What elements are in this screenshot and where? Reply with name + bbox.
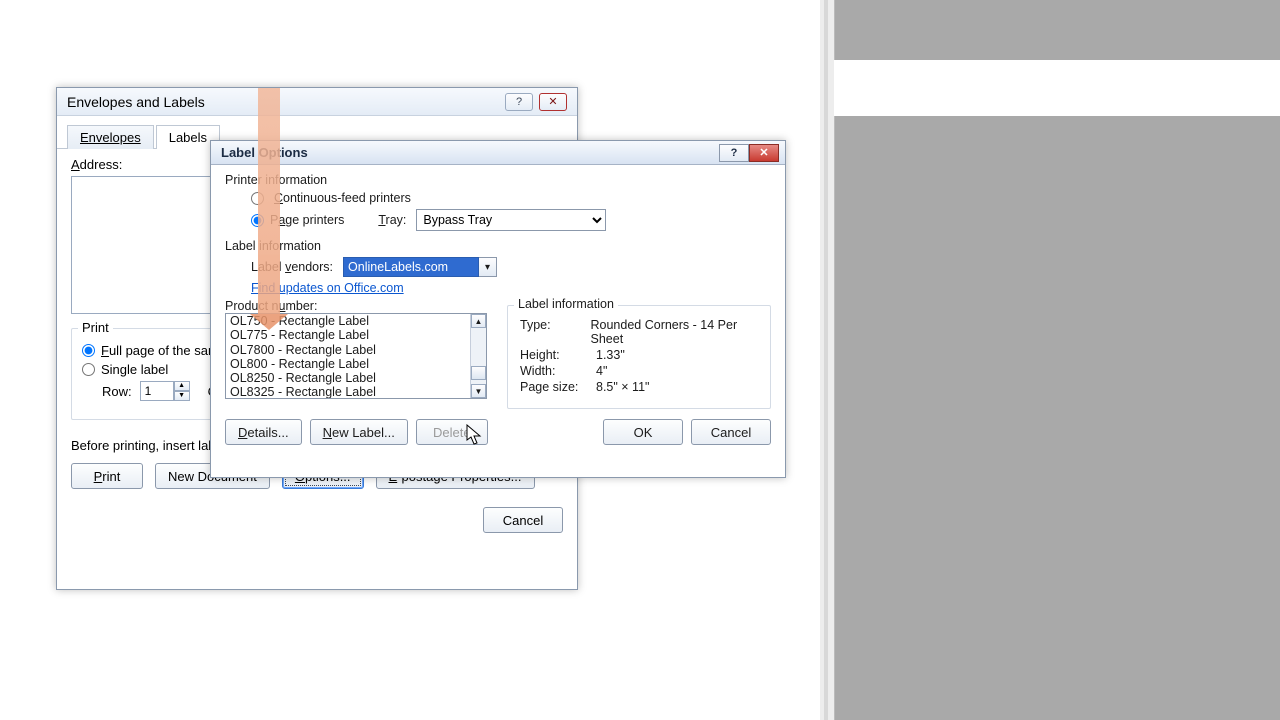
list-item[interactable]: OL7800 - Rectangle Label bbox=[226, 343, 470, 357]
print-button[interactable]: Print bbox=[71, 463, 143, 489]
dialog-titlebar: Envelopes and Labels ? ✕ bbox=[57, 88, 577, 116]
cursor-icon bbox=[466, 424, 484, 446]
close-button[interactable]: ✕ bbox=[749, 144, 779, 162]
new-label-button[interactable]: New Label... bbox=[310, 419, 408, 445]
label-info-group: Label information Type:Rounded Corners -… bbox=[507, 305, 771, 409]
row-down[interactable]: ▼ bbox=[174, 391, 190, 401]
scroll-up-icon[interactable]: ▲ bbox=[471, 314, 486, 328]
list-item[interactable]: OL800 - Rectangle Label bbox=[226, 357, 470, 371]
help-button[interactable]: ? bbox=[719, 144, 749, 162]
close-button[interactable]: ✕ bbox=[539, 93, 567, 111]
annotation-arrow bbox=[258, 88, 280, 316]
scrollbar[interactable]: ▲ ▼ bbox=[470, 314, 486, 398]
list-item[interactable]: OL8250 - Rectangle Label bbox=[226, 371, 470, 385]
row-label: Row: bbox=[102, 384, 132, 399]
label-options-dialog: Label Options ? ✕ Printer information Co… bbox=[210, 140, 786, 478]
chevron-down-icon[interactable]: ▾ bbox=[479, 257, 497, 277]
background-side-panel bbox=[820, 0, 1280, 720]
tray-label: Tray: bbox=[378, 213, 406, 227]
cancel-button[interactable]: Cancel bbox=[691, 419, 771, 445]
printer-info-label: Printer information bbox=[225, 173, 771, 187]
options-titlebar: Label Options ? ✕ bbox=[211, 141, 785, 165]
dialog-title: Envelopes and Labels bbox=[67, 88, 205, 116]
row-up[interactable]: ▲ bbox=[174, 381, 190, 391]
scroll-down-icon[interactable]: ▼ bbox=[471, 384, 486, 398]
row-spinner[interactable]: ▲▼ bbox=[140, 381, 190, 401]
cancel-button[interactable]: Cancel bbox=[483, 507, 563, 533]
details-button[interactable]: Details... bbox=[225, 419, 302, 445]
label-info-header: Label information bbox=[225, 239, 771, 253]
vendor-select[interactable]: OnlineLabels.com ▾ bbox=[343, 257, 497, 277]
tray-select[interactable]: Bypass Tray bbox=[416, 209, 606, 231]
print-legend: Print bbox=[78, 320, 113, 335]
bg-white-strip bbox=[834, 60, 1280, 116]
help-button[interactable]: ? bbox=[505, 93, 533, 111]
list-item[interactable]: OL8325 - Rectangle Label bbox=[226, 385, 470, 398]
radio-continuous-feed[interactable]: Continuous-feed printers bbox=[225, 191, 771, 205]
list-item[interactable]: OL775 - Rectangle Label bbox=[226, 328, 470, 342]
ok-button[interactable]: OK bbox=[603, 419, 683, 445]
label-info-legend: Label information bbox=[514, 297, 618, 311]
scroll-thumb[interactable] bbox=[471, 366, 486, 380]
tab-envelopes[interactable]: Envelopes bbox=[67, 125, 154, 149]
